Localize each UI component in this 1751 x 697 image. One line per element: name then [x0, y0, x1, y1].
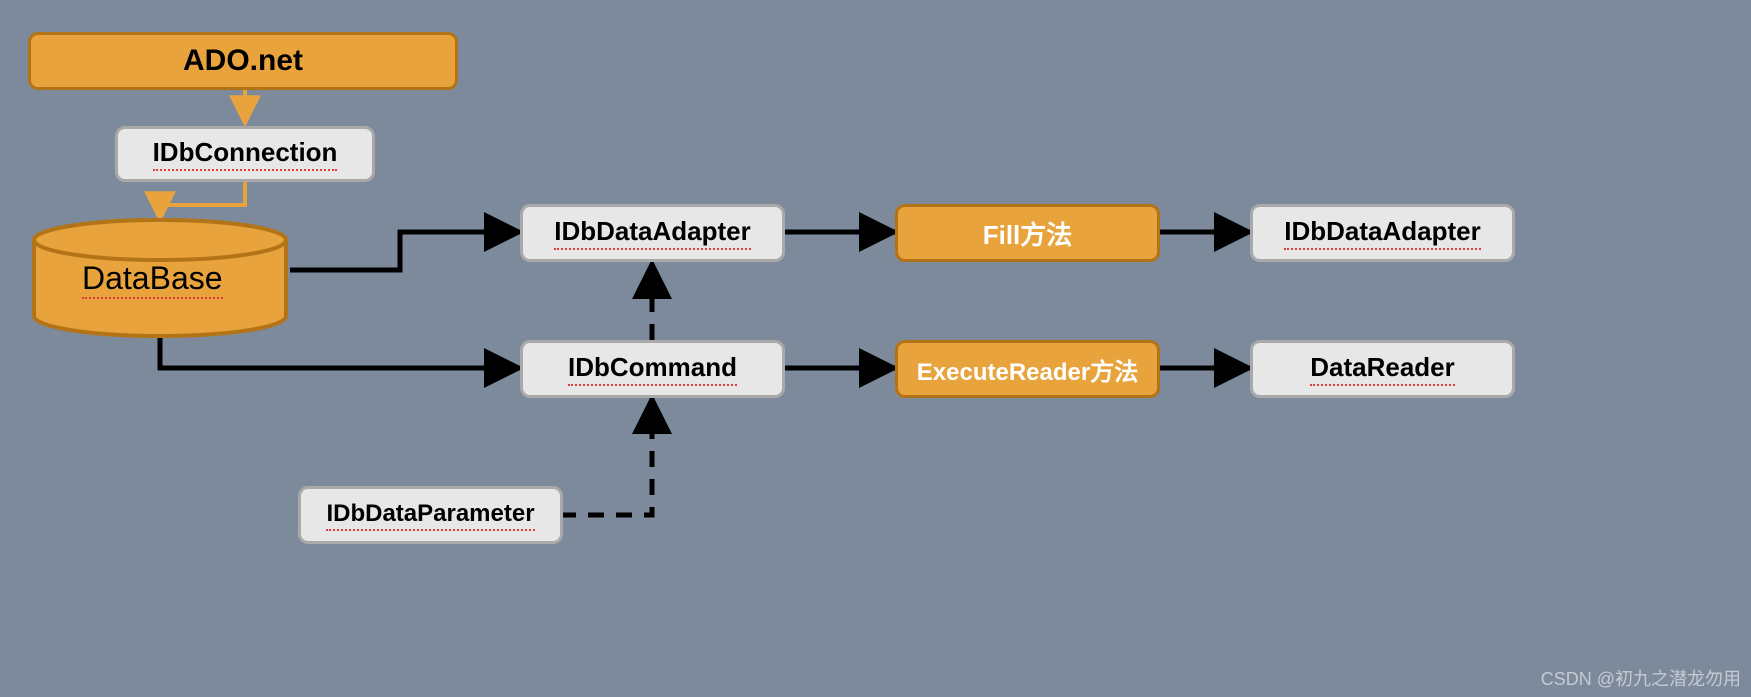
- idbconnection-node: IDbConnection: [115, 126, 375, 182]
- idbcommand-node: IDbCommand: [520, 340, 785, 398]
- idbdataparameter-node: IDbDataParameter: [298, 486, 563, 544]
- executereader-node: ExecuteReader方法: [895, 340, 1160, 398]
- database-label: DataBase: [82, 260, 223, 297]
- idbdataadapter2-node: IDbDataAdapter: [1250, 204, 1515, 262]
- fill-node: Fill方法: [895, 204, 1160, 262]
- datareader-node: DataReader: [1250, 340, 1515, 398]
- idbdataadapter1-node: IDbDataAdapter: [520, 204, 785, 262]
- ado-node: ADO.net: [28, 32, 458, 90]
- watermark-text: CSDN @初九之潜龙勿用: [1541, 665, 1741, 691]
